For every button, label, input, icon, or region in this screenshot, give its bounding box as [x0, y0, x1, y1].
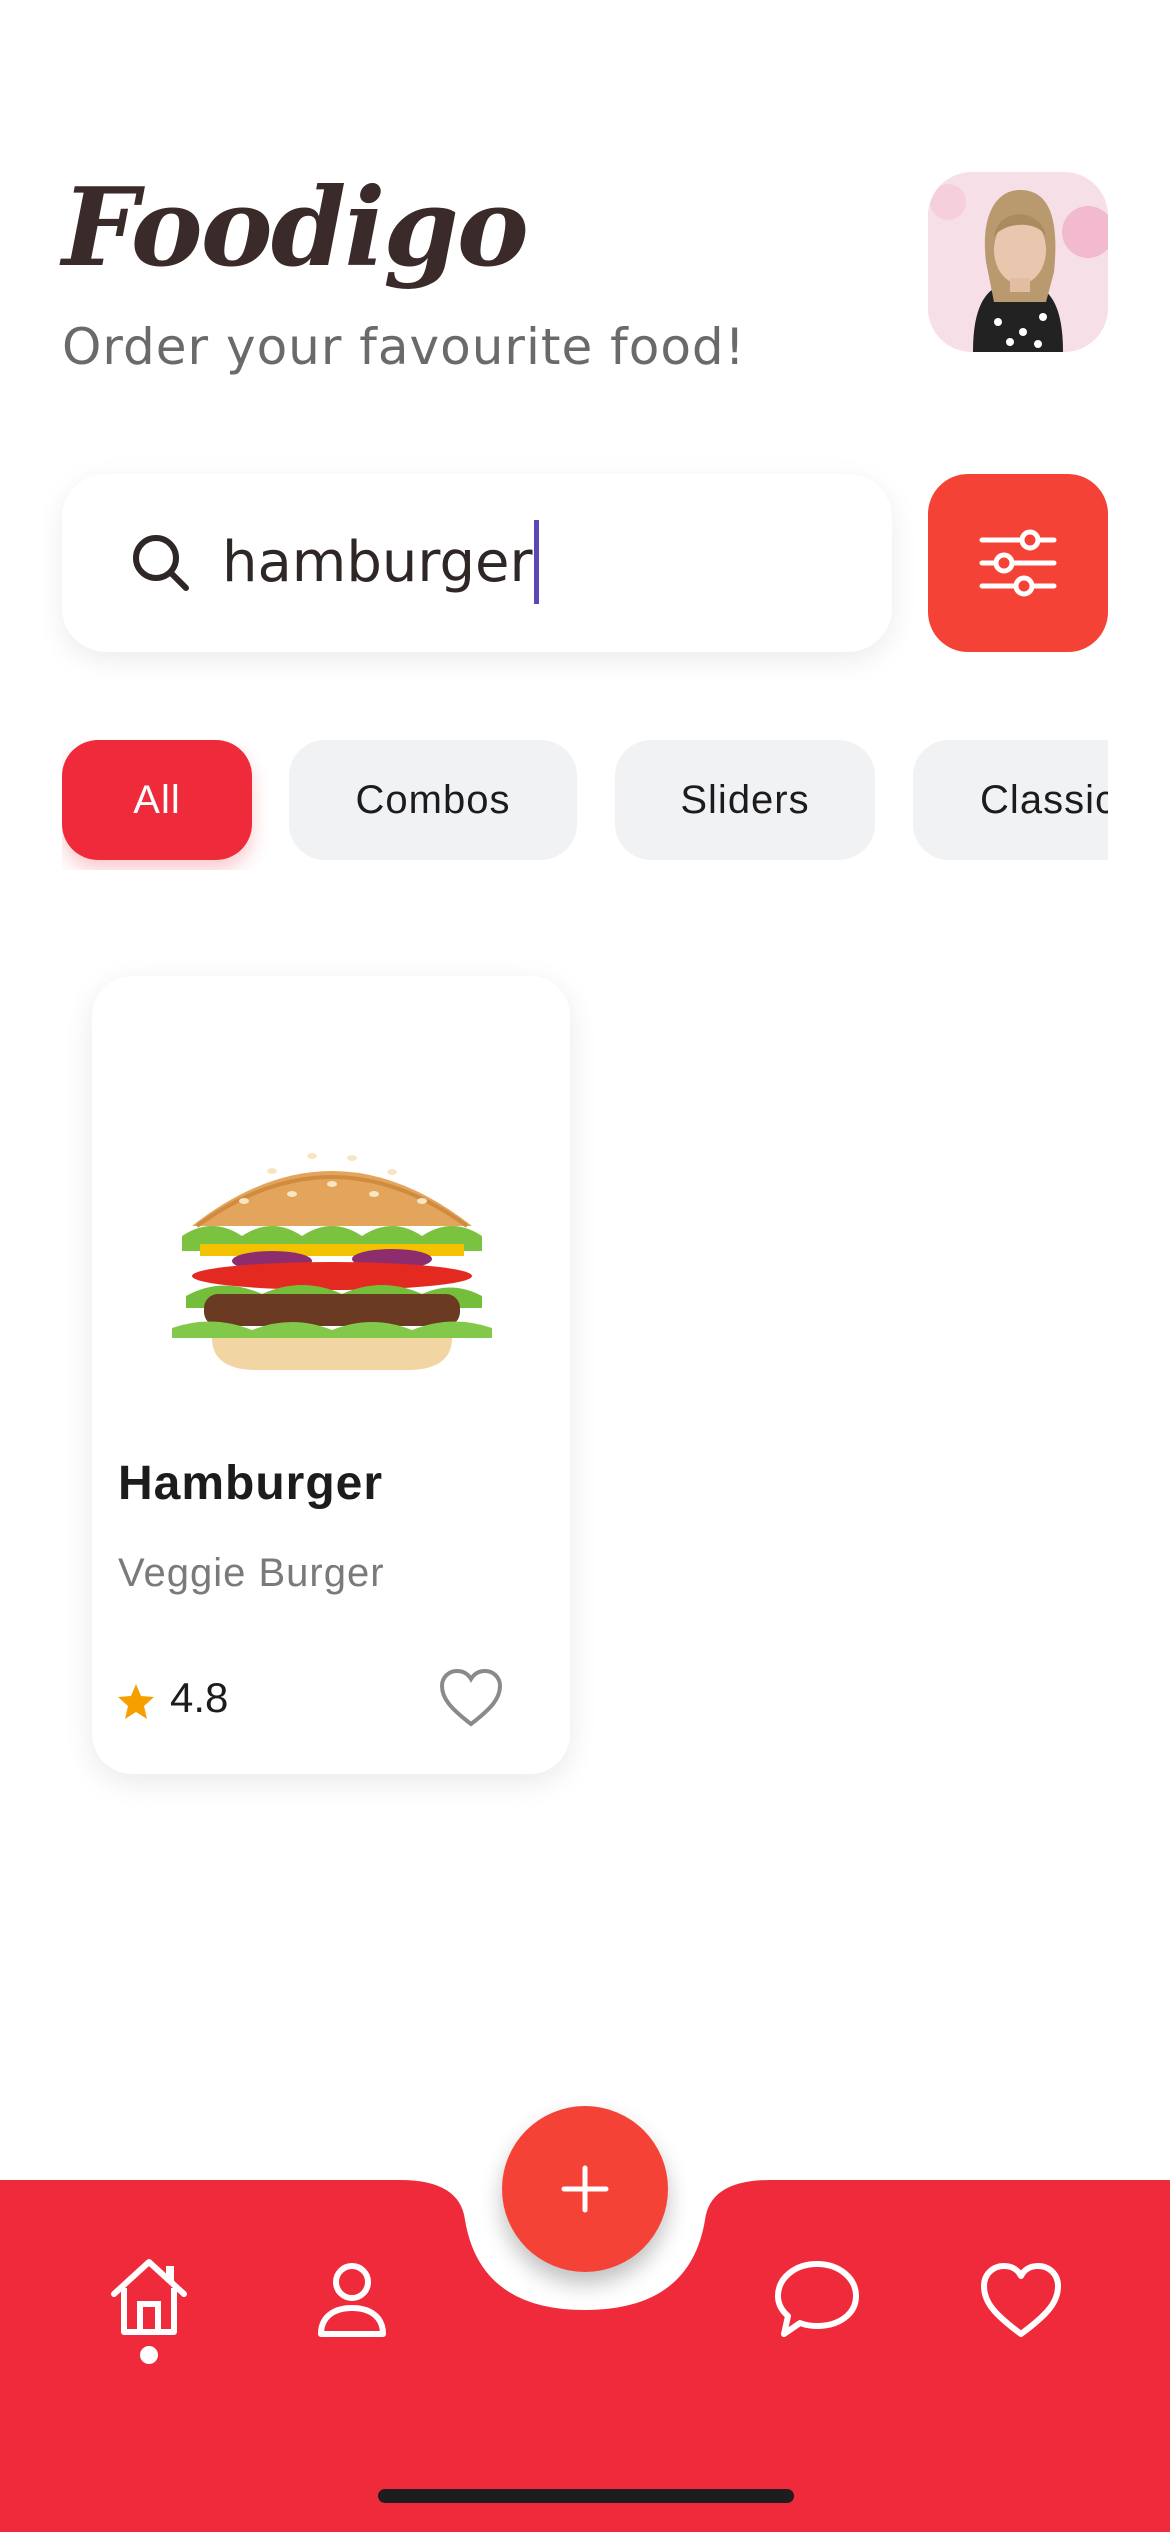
product-rating: 4.8 — [170, 1674, 229, 1721]
favorites-icon[interactable] — [976, 2254, 1066, 2344]
sliders-icon — [979, 529, 1057, 597]
search-icon — [133, 535, 189, 591]
app-title: Foodigo — [62, 165, 529, 291]
filter-button[interactable] — [928, 474, 1108, 652]
heart-icon[interactable] — [438, 1666, 504, 1732]
tab-classic[interactable]: Classic — [913, 740, 1108, 860]
product-name: Hamburger — [118, 1457, 384, 1510]
search-bar[interactable]: hamburger — [62, 474, 892, 652]
add-button[interactable] — [502, 2106, 668, 2272]
tab-all[interactable]: All — [62, 740, 252, 860]
hamburger-image — [172, 1153, 492, 1370]
tab-sliders[interactable]: Sliders — [615, 740, 875, 860]
home-indicator — [378, 2489, 794, 2503]
star-icon — [118, 1684, 154, 1719]
product-card[interactable]: Hamburger Veggie Burger 4.8 — [92, 976, 570, 1774]
chat-icon[interactable] — [772, 2254, 862, 2344]
home-icon[interactable] — [104, 2252, 194, 2342]
app-tagline: Order your favourite food! — [62, 318, 746, 376]
avatar[interactable] — [928, 172, 1108, 352]
user-photo — [928, 172, 1108, 352]
search-input[interactable]: hamburger — [222, 519, 540, 604]
plus-icon — [561, 2165, 609, 2213]
profile-icon[interactable] — [307, 2254, 397, 2344]
tab-combos[interactable]: Combos — [289, 740, 577, 860]
active-indicator — [140, 2346, 158, 2364]
product-subtitle: Veggie Burger — [118, 1551, 385, 1595]
category-tabs: All Combos Sliders Classic — [62, 740, 1108, 870]
